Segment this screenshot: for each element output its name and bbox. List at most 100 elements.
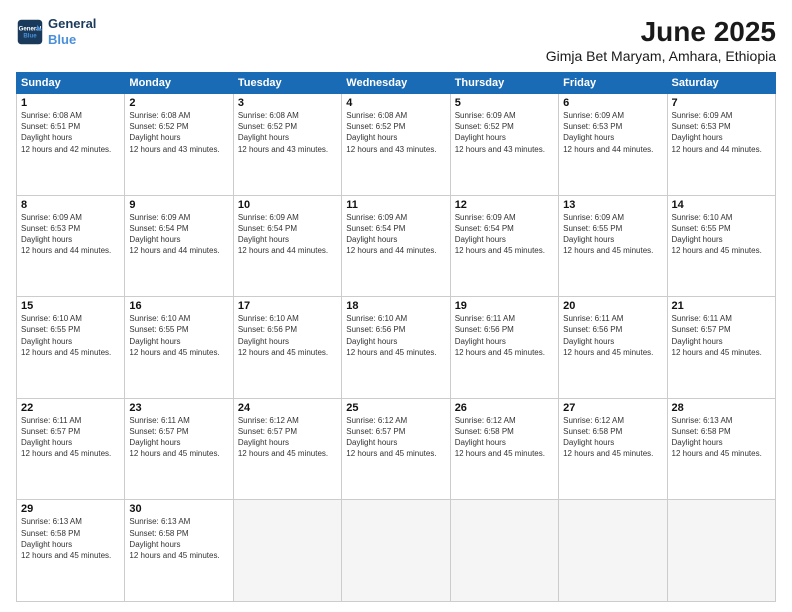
- day-info: Sunrise: 6:10 AMSunset: 6:55 PMDaylight …: [129, 313, 228, 358]
- day-info: Sunrise: 6:11 AMSunset: 6:56 PMDaylight …: [563, 313, 662, 358]
- day-info: Sunrise: 6:10 AMSunset: 6:56 PMDaylight …: [346, 313, 445, 358]
- table-cell: 27Sunrise: 6:12 AMSunset: 6:58 PMDayligh…: [559, 398, 667, 500]
- day-info: Sunrise: 6:09 AMSunset: 6:53 PMDaylight …: [563, 110, 662, 155]
- day-number: 5: [455, 97, 554, 109]
- table-row: 1Sunrise: 6:08 AMSunset: 6:51 PMDaylight…: [17, 94, 776, 196]
- table-cell: 16Sunrise: 6:10 AMSunset: 6:55 PMDayligh…: [125, 297, 233, 399]
- day-number: 18: [346, 300, 445, 312]
- day-number: 11: [346, 199, 445, 211]
- table-cell: 24Sunrise: 6:12 AMSunset: 6:57 PMDayligh…: [233, 398, 341, 500]
- day-number: 25: [346, 402, 445, 414]
- day-number: 21: [672, 300, 771, 312]
- day-info: Sunrise: 6:12 AMSunset: 6:58 PMDaylight …: [563, 415, 662, 460]
- table-cell: 29Sunrise: 6:13 AMSunset: 6:58 PMDayligh…: [17, 500, 125, 602]
- table-cell: 14Sunrise: 6:10 AMSunset: 6:55 PMDayligh…: [667, 195, 775, 297]
- day-number: 14: [672, 199, 771, 211]
- day-number: 30: [129, 503, 228, 515]
- day-info: Sunrise: 6:09 AMSunset: 6:54 PMDaylight …: [455, 212, 554, 257]
- day-info: Sunrise: 6:12 AMSunset: 6:57 PMDaylight …: [346, 415, 445, 460]
- table-cell: 20Sunrise: 6:11 AMSunset: 6:56 PMDayligh…: [559, 297, 667, 399]
- table-cell: 15Sunrise: 6:10 AMSunset: 6:55 PMDayligh…: [17, 297, 125, 399]
- day-info: Sunrise: 6:09 AMSunset: 6:55 PMDaylight …: [563, 212, 662, 257]
- day-info: Sunrise: 6:11 AMSunset: 6:57 PMDaylight …: [129, 415, 228, 460]
- title-block: June 2025 Gimja Bet Maryam, Amhara, Ethi…: [546, 16, 776, 64]
- table-cell: 21Sunrise: 6:11 AMSunset: 6:57 PMDayligh…: [667, 297, 775, 399]
- header-monday: Monday: [125, 73, 233, 94]
- day-info: Sunrise: 6:08 AMSunset: 6:51 PMDaylight …: [21, 110, 120, 155]
- day-info: Sunrise: 6:09 AMSunset: 6:54 PMDaylight …: [238, 212, 337, 257]
- calendar-header-row: Sunday Monday Tuesday Wednesday Thursday…: [17, 73, 776, 94]
- day-info: Sunrise: 6:11 AMSunset: 6:57 PMDaylight …: [21, 415, 120, 460]
- header-friday: Friday: [559, 73, 667, 94]
- day-info: Sunrise: 6:09 AMSunset: 6:53 PMDaylight …: [21, 212, 120, 257]
- day-number: 27: [563, 402, 662, 414]
- day-number: 9: [129, 199, 228, 211]
- table-row: 29Sunrise: 6:13 AMSunset: 6:58 PMDayligh…: [17, 500, 776, 602]
- day-number: 29: [21, 503, 120, 515]
- table-cell: [233, 500, 341, 602]
- day-number: 19: [455, 300, 554, 312]
- day-number: 28: [672, 402, 771, 414]
- day-number: 1: [21, 97, 120, 109]
- page: General Blue General Blue June 2025 Gimj…: [0, 0, 792, 612]
- table-cell: 7Sunrise: 6:09 AMSunset: 6:53 PMDaylight…: [667, 94, 775, 196]
- table-cell: [667, 500, 775, 602]
- table-cell: 3Sunrise: 6:08 AMSunset: 6:52 PMDaylight…: [233, 94, 341, 196]
- calendar-table: Sunday Monday Tuesday Wednesday Thursday…: [16, 72, 776, 602]
- table-cell: 18Sunrise: 6:10 AMSunset: 6:56 PMDayligh…: [342, 297, 450, 399]
- logo-text: General Blue: [48, 16, 96, 47]
- header-wednesday: Wednesday: [342, 73, 450, 94]
- table-cell: 5Sunrise: 6:09 AMSunset: 6:52 PMDaylight…: [450, 94, 558, 196]
- day-info: Sunrise: 6:08 AMSunset: 6:52 PMDaylight …: [238, 110, 337, 155]
- table-row: 15 Sunrise: 6:10 AMSunset: 6:55 PMDayligh…: [17, 297, 776, 399]
- table-cell: 17Sunrise: 6:10 AMSunset: 6:56 PMDayligh…: [233, 297, 341, 399]
- day-info: Sunrise: 6:09 AMSunset: 6:54 PMDaylight …: [346, 212, 445, 257]
- logo: General Blue General Blue: [16, 16, 96, 47]
- day-number: 24: [238, 402, 337, 414]
- table-cell: 11Sunrise: 6:09 AMSunset: 6:54 PMDayligh…: [342, 195, 450, 297]
- day-info: Sunrise: 6:09 AMSunset: 6:53 PMDaylight …: [672, 110, 771, 155]
- day-number: 23: [129, 402, 228, 414]
- table-cell: 26Sunrise: 6:12 AMSunset: 6:58 PMDayligh…: [450, 398, 558, 500]
- day-info: Sunrise: 6:09 AMSunset: 6:54 PMDaylight …: [129, 212, 228, 257]
- day-number: 13: [563, 199, 662, 211]
- day-info: Sunrise: 6:13 AMSunset: 6:58 PMDaylight …: [21, 516, 120, 561]
- header-tuesday: Tuesday: [233, 73, 341, 94]
- table-row: 8Sunrise: 6:09 AMSunset: 6:53 PMDaylight…: [17, 195, 776, 297]
- table-cell: 6Sunrise: 6:09 AMSunset: 6:53 PMDaylight…: [559, 94, 667, 196]
- day-number: 6: [563, 97, 662, 109]
- day-number: 3: [238, 97, 337, 109]
- day-number: 4: [346, 97, 445, 109]
- table-cell: 9Sunrise: 6:09 AMSunset: 6:54 PMDaylight…: [125, 195, 233, 297]
- table-cell: 10Sunrise: 6:09 AMSunset: 6:54 PMDayligh…: [233, 195, 341, 297]
- table-cell: 13Sunrise: 6:09 AMSunset: 6:55 PMDayligh…: [559, 195, 667, 297]
- table-cell: [450, 500, 558, 602]
- day-number: 22: [21, 402, 120, 414]
- day-info: Sunrise: 6:10 AMSunset: 6:56 PMDaylight …: [238, 313, 337, 358]
- day-number: 2: [129, 97, 228, 109]
- table-cell: 8Sunrise: 6:09 AMSunset: 6:53 PMDaylight…: [17, 195, 125, 297]
- table-cell: 4Sunrise: 6:08 AMSunset: 6:52 PMDaylight…: [342, 94, 450, 196]
- table-cell: 22Sunrise: 6:11 AMSunset: 6:57 PMDayligh…: [17, 398, 125, 500]
- header-thursday: Thursday: [450, 73, 558, 94]
- day-info: Sunrise: 6:13 AMSunset: 6:58 PMDaylight …: [672, 415, 771, 460]
- day-info: Sunrise: 6:08 AMSunset: 6:52 PMDaylight …: [346, 110, 445, 155]
- table-cell: 1Sunrise: 6:08 AMSunset: 6:51 PMDaylight…: [17, 94, 125, 196]
- day-number: 17: [238, 300, 337, 312]
- day-number: 12: [455, 199, 554, 211]
- day-info: Sunrise: 6:12 AMSunset: 6:57 PMDaylight …: [238, 415, 337, 460]
- table-cell: 23Sunrise: 6:11 AMSunset: 6:57 PMDayligh…: [125, 398, 233, 500]
- day-number: 15: [21, 300, 120, 312]
- table-row: 22Sunrise: 6:11 AMSunset: 6:57 PMDayligh…: [17, 398, 776, 500]
- page-subtitle: Gimja Bet Maryam, Amhara, Ethiopia: [546, 48, 776, 64]
- day-number: 20: [563, 300, 662, 312]
- day-number: 26: [455, 402, 554, 414]
- day-info: Sunrise: 6:10 AMSunset: 6:55 PMDaylight …: [672, 212, 771, 257]
- day-number: 8: [21, 199, 120, 211]
- header-saturday: Saturday: [667, 73, 775, 94]
- day-info: Sunrise: 6:11 AMSunset: 6:56 PMDaylight …: [455, 313, 554, 358]
- table-cell: 25Sunrise: 6:12 AMSunset: 6:57 PMDayligh…: [342, 398, 450, 500]
- table-cell: [559, 500, 667, 602]
- day-number: 7: [672, 97, 771, 109]
- day-number: 16: [129, 300, 228, 312]
